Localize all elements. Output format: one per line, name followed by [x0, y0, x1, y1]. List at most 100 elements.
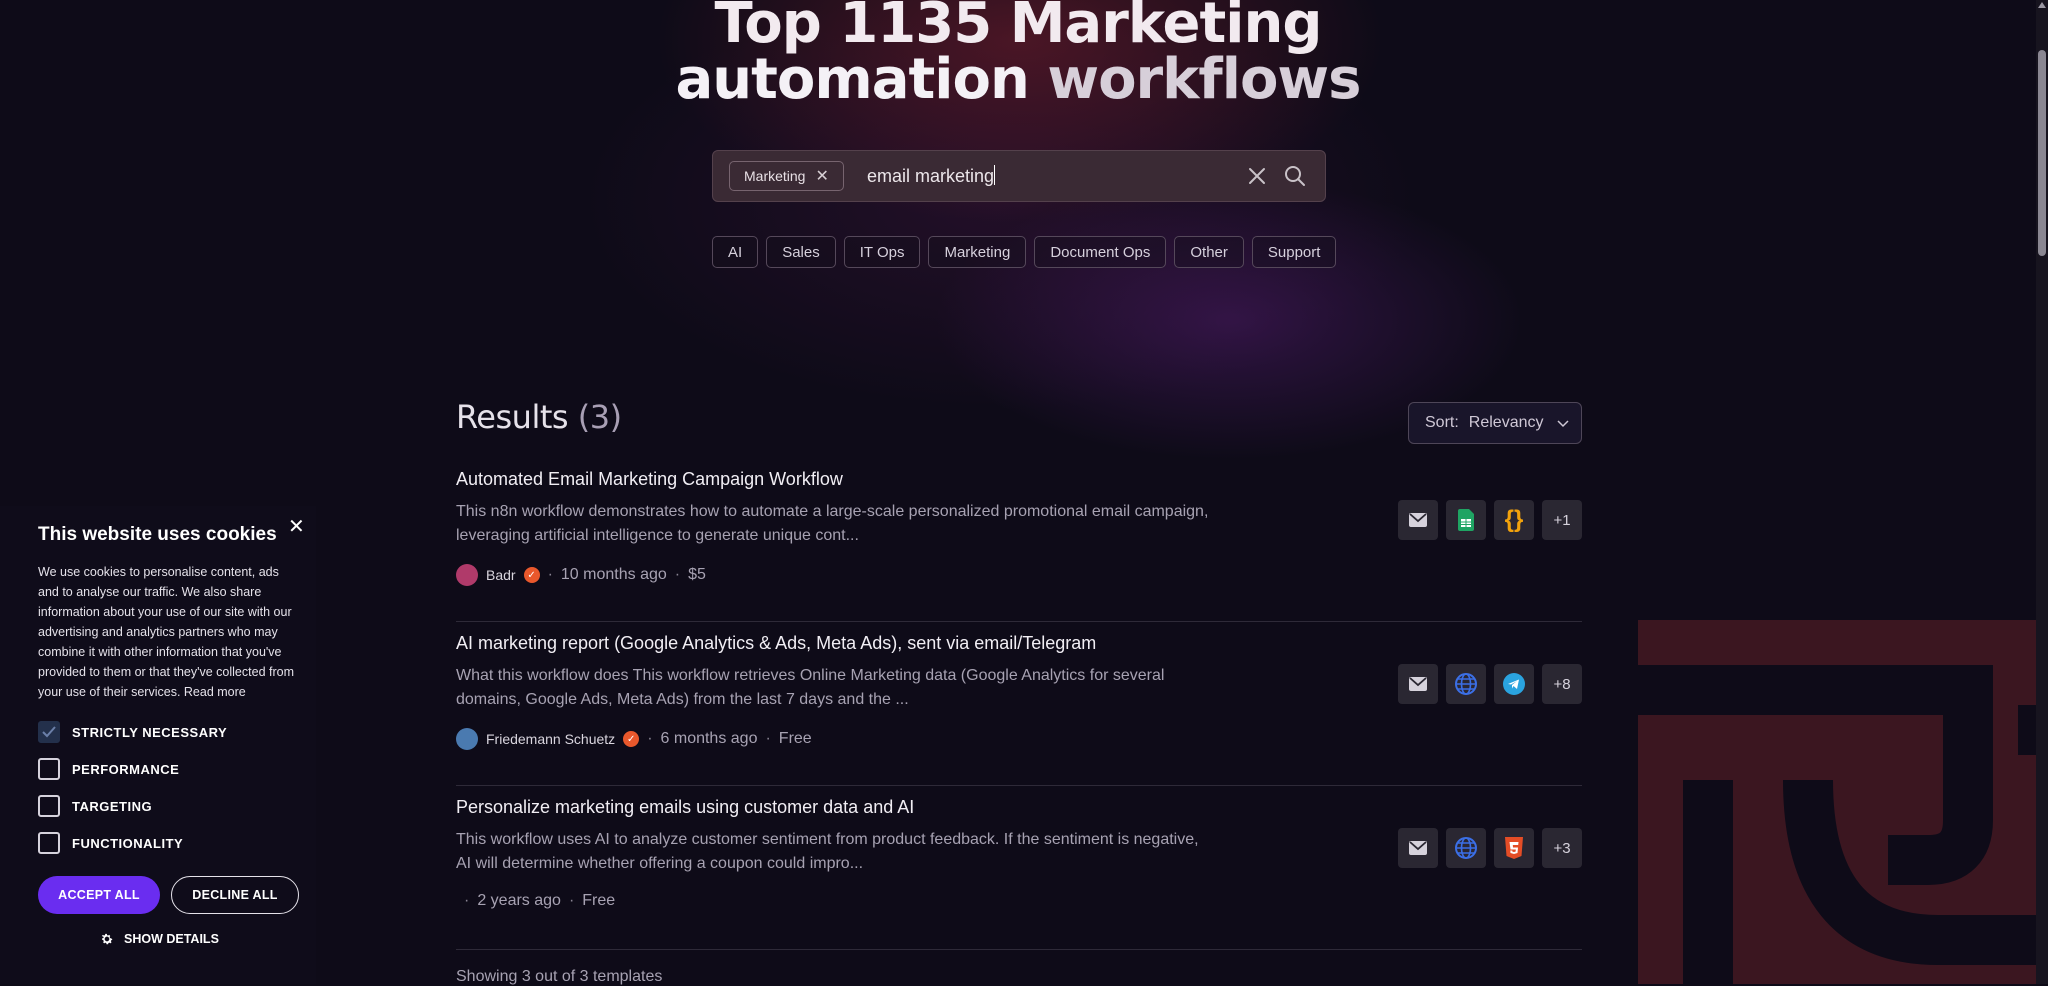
separator-dot: ·: [568, 892, 575, 909]
result-item[interactable]: Automated Email Marketing Campaign Workf…: [456, 458, 1582, 622]
verified-badge-icon: ✓: [523, 567, 540, 583]
cookie-banner: ✕ This website uses cookies We use cooki…: [0, 506, 316, 984]
sort-dropdown[interactable]: Sort: Relevancy: [1408, 402, 1582, 444]
globe-icon: [1446, 664, 1486, 704]
sort-label: Sort:: [1425, 414, 1459, 431]
result-item[interactable]: AI marketing report (Google Analytics & …: [456, 622, 1582, 786]
read-more-link[interactable]: Read more: [184, 685, 246, 699]
result-age: 6 months ago: [660, 730, 758, 747]
search-query: email marketing: [867, 166, 995, 186]
checkbox[interactable]: [38, 795, 60, 817]
category-other[interactable]: Other: [1174, 236, 1244, 268]
decorative-logo-graphic: [1638, 620, 2048, 984]
results-summary: Showing 3 out of 3 templates: [456, 968, 663, 985]
cookie-body-text: We use cookies to personalise content, a…: [38, 565, 294, 699]
filter-chip-label: Marketing: [744, 168, 806, 184]
separator-dot: ·: [464, 892, 470, 909]
result-title[interactable]: Automated Email Marketing Campaign Workf…: [456, 469, 843, 490]
cookie-title: This website uses cookies: [38, 524, 277, 545]
option-performance[interactable]: PERFORMANCE: [38, 758, 179, 780]
result-price: Free: [582, 892, 616, 909]
author-name[interactable]: Friedemann Schuetz: [486, 731, 615, 747]
code-braces-icon: {}: [1494, 500, 1534, 540]
show-details-label: SHOW DETAILS: [124, 932, 219, 946]
result-price: $5: [688, 566, 706, 583]
scrollbar-thumb[interactable]: [2038, 50, 2046, 256]
checkbox[interactable]: [38, 832, 60, 854]
more-nodes-count[interactable]: +3: [1542, 828, 1582, 868]
verified-badge-icon: ✓: [623, 731, 640, 747]
email-icon: [1398, 828, 1438, 868]
page-title: Top 1135 Marketing automation workflows: [0, 0, 2036, 108]
result-age: 2 years ago: [477, 892, 561, 909]
separator-dot: ·: [674, 566, 681, 583]
clear-search-icon[interactable]: [1245, 164, 1269, 188]
title-word-workflows: workflows: [1047, 47, 1361, 112]
globe-icon: [1446, 828, 1486, 868]
more-nodes-count[interactable]: +1: [1542, 500, 1582, 540]
category-marketing[interactable]: Marketing: [928, 236, 1027, 268]
category-it-ops[interactable]: IT Ops: [843, 236, 921, 268]
result-title[interactable]: AI marketing report (Google Analytics & …: [456, 633, 1096, 654]
option-label: STRICTLY NECESSARY: [72, 724, 228, 740]
search-input[interactable]: email marketing: [867, 165, 996, 187]
search-bar[interactable]: Marketing ✕ email marketing: [712, 150, 1326, 202]
gear-icon: [101, 933, 113, 945]
show-details-button[interactable]: SHOW DETAILS: [100, 932, 219, 946]
category-ai[interactable]: AI: [712, 236, 759, 268]
title-line-2: automation workflows: [0, 52, 2036, 108]
result-description: What this workflow does This workflow re…: [456, 667, 1165, 708]
option-functionality[interactable]: FUNCTIONALITY: [38, 832, 183, 854]
option-label: PERFORMANCE: [72, 761, 180, 777]
sort-value: Relevancy: [1468, 414, 1544, 431]
result-age: 10 months ago: [560, 566, 667, 583]
result-item[interactable]: Personalize marketing emails using custo…: [456, 786, 1582, 950]
node-icons: {} +1: [1398, 500, 1582, 540]
text-caret: [994, 165, 996, 185]
result-meta: Friedemann Schuetz ✓ · 6 months ago · Fr…: [456, 728, 812, 750]
node-icons: +8: [1398, 664, 1582, 704]
google-sheets-icon: [1446, 500, 1486, 540]
author-name[interactable]: Badr: [486, 567, 516, 583]
search-icon[interactable]: [1283, 164, 1307, 188]
decline-all-button[interactable]: DECLINE ALL: [171, 876, 299, 914]
node-icons: +3: [1398, 828, 1582, 868]
telegram-icon: [1494, 664, 1534, 704]
email-icon: [1398, 500, 1438, 540]
title-word-automation: automation: [675, 47, 1029, 112]
results-count: (3): [577, 398, 622, 436]
more-nodes-count[interactable]: +8: [1542, 664, 1582, 704]
close-icon[interactable]: ✕: [288, 514, 305, 539]
result-meta: · 2 years ago · Free: [456, 892, 615, 910]
result-title[interactable]: Personalize marketing emails using custo…: [456, 797, 914, 818]
author-avatar: [456, 728, 478, 750]
result-price: Free: [778, 730, 812, 747]
accept-all-button[interactable]: ACCEPT ALL: [38, 876, 160, 914]
option-label: FUNCTIONALITY: [72, 835, 184, 851]
filter-chip-marketing[interactable]: Marketing ✕: [729, 161, 844, 191]
option-targeting[interactable]: TARGETING: [38, 795, 152, 817]
option-label: TARGETING: [72, 798, 153, 814]
cookie-body: We use cookies to personalise content, a…: [38, 562, 302, 702]
scroll-up-arrow-icon[interactable]: [2038, 2, 2046, 8]
result-meta: Badr ✓ · 10 months ago · $5: [456, 564, 706, 586]
author-avatar: [456, 564, 478, 586]
separator-dot: ·: [547, 566, 553, 583]
category-support[interactable]: Support: [1251, 236, 1337, 268]
separator-dot: ·: [647, 730, 653, 747]
title-line-1: Top 1135 Marketing: [714, 0, 1323, 56]
category-filters: AI Sales IT Ops Marketing Document Ops O…: [712, 236, 1337, 268]
checkbox[interactable]: [38, 758, 60, 780]
category-document-ops[interactable]: Document Ops: [1034, 236, 1167, 268]
option-strictly-necessary[interactable]: STRICTLY NECESSARY: [38, 721, 227, 743]
chip-remove-icon[interactable]: ✕: [815, 166, 828, 186]
category-sales[interactable]: Sales: [766, 236, 836, 268]
result-description: This n8n workflow demonstrates how to au…: [456, 503, 1209, 544]
results-label: Results: [456, 398, 569, 436]
checkbox-checked[interactable]: [38, 721, 60, 743]
scrollbar[interactable]: [2036, 0, 2048, 984]
separator-dot: ·: [765, 730, 771, 747]
result-description: This workflow uses AI to analyze custome…: [456, 831, 1199, 872]
chevron-down-icon: [1556, 420, 1569, 428]
email-icon: [1398, 664, 1438, 704]
